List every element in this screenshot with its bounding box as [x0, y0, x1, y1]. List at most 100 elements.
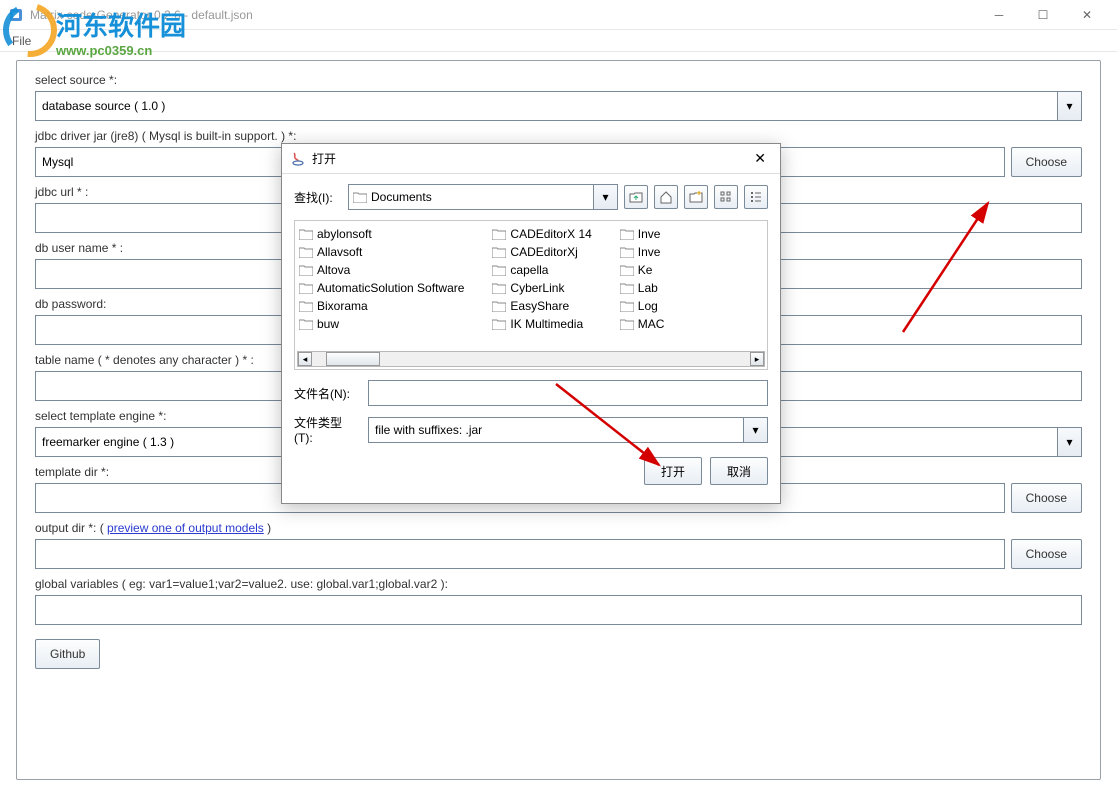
folder-icon [492, 265, 506, 276]
file-item[interactable]: Altova [299, 263, 464, 277]
file-item-label: Ke [638, 263, 653, 277]
filetype-dropdown[interactable]: file with suffixes: .jar ▾ [368, 417, 768, 443]
new-folder-button[interactable] [684, 185, 708, 209]
filename-label: 文件名(N): [294, 385, 360, 402]
file-item-label: Bixorama [317, 299, 368, 313]
file-item[interactable]: Inve [620, 245, 665, 259]
file-item[interactable]: Log [620, 299, 665, 313]
file-item[interactable]: CyberLink [492, 281, 591, 295]
file-item-label: Log [638, 299, 658, 313]
filetype-value: file with suffixes: .jar [375, 423, 482, 437]
output-dir-input[interactable] [35, 539, 1005, 569]
file-item-label: Inve [638, 245, 661, 259]
file-open-dialog: 打开 ✕ 查找(I): Documents ▾ abylonsoft Allavs… [281, 143, 781, 504]
file-item-label: CyberLink [510, 281, 564, 295]
output-dir-label: output dir *: ( preview one of output mo… [35, 521, 1082, 535]
jdbc-driver-label: jdbc driver jar (jre8) ( Mysql is built-… [35, 129, 1082, 143]
lookin-value: Documents [371, 190, 432, 204]
dialog-close-button[interactable]: ✕ [748, 150, 772, 167]
select-source-dropdown[interactable]: database source ( 1.0 ) ▾ [35, 91, 1082, 121]
minimize-button[interactable]: ─ [977, 0, 1021, 30]
file-item[interactable]: IK Multimedia [492, 317, 591, 331]
file-item-label: buw [317, 317, 339, 331]
folder-icon [620, 319, 634, 330]
lookin-label: 查找(I): [294, 189, 342, 206]
file-item-label: EasyShare [510, 299, 569, 313]
folder-icon [299, 283, 313, 294]
scroll-thumb[interactable] [326, 352, 380, 366]
file-item-label: AutomaticSolution Software [317, 281, 464, 295]
maximize-button[interactable]: ☐ [1021, 0, 1065, 30]
folder-icon [299, 229, 313, 240]
java-icon [290, 151, 306, 167]
dialog-title-text: 打开 [312, 150, 748, 167]
folder-icon [492, 283, 506, 294]
home-button[interactable] [654, 185, 678, 209]
file-item-label: capella [510, 263, 548, 277]
file-item-label: Altova [317, 263, 350, 277]
file-item[interactable]: MAC [620, 317, 665, 331]
lookin-dropdown[interactable]: Documents ▾ [348, 184, 618, 210]
template-engine-value: freemarker engine ( 1.3 ) [42, 435, 174, 449]
file-item[interactable]: Allavsoft [299, 245, 464, 259]
folder-icon [620, 301, 634, 312]
file-item[interactable]: capella [492, 263, 591, 277]
github-button[interactable]: Github [35, 639, 100, 669]
folder-icon [492, 301, 506, 312]
global-vars-label: global variables ( eg: var1=value1;var2=… [35, 577, 1082, 591]
file-item[interactable]: Ke [620, 263, 665, 277]
chevron-down-icon: ▾ [1057, 428, 1081, 456]
folder-icon [299, 247, 313, 258]
folder-icon [353, 192, 367, 203]
file-item-label: abylonsoft [317, 227, 372, 241]
scroll-left-arrow[interactable]: ◂ [298, 352, 312, 366]
scroll-right-arrow[interactable]: ▸ [750, 352, 764, 366]
watermark-overlay: 河东软件园 www.pc0359.cn [2, 2, 186, 58]
file-item-label: MAC [638, 317, 665, 331]
folder-icon [620, 265, 634, 276]
jdbc-driver-choose-button[interactable]: Choose [1011, 147, 1082, 177]
filename-input[interactable] [368, 380, 768, 406]
file-item[interactable]: Bixorama [299, 299, 464, 313]
up-folder-button[interactable] [624, 185, 648, 209]
file-item[interactable]: abylonsoft [299, 227, 464, 241]
horizontal-scrollbar[interactable]: ◂ ▸ [297, 351, 765, 367]
file-item[interactable]: buw [299, 317, 464, 331]
folder-icon [299, 301, 313, 312]
file-item[interactable]: AutomaticSolution Software [299, 281, 464, 295]
preview-output-link[interactable]: preview one of output models [107, 521, 264, 535]
folder-icon [620, 247, 634, 258]
folder-icon [492, 319, 506, 330]
folder-icon [620, 283, 634, 294]
list-view-button[interactable] [714, 185, 738, 209]
file-item-label: Allavsoft [317, 245, 362, 259]
folder-icon [620, 229, 634, 240]
file-item[interactable]: EasyShare [492, 299, 591, 313]
close-button[interactable]: ✕ [1065, 0, 1109, 30]
file-item-label: Inve [638, 227, 661, 241]
file-item[interactable]: CADEditorX 14 [492, 227, 591, 241]
output-dir-choose-button[interactable]: Choose [1011, 539, 1082, 569]
dialog-cancel-button[interactable]: 取消 [710, 457, 768, 485]
dialog-titlebar: 打开 ✕ [282, 144, 780, 174]
folder-icon [299, 265, 313, 276]
file-item[interactable]: Inve [620, 227, 665, 241]
template-dir-choose-button[interactable]: Choose [1011, 483, 1082, 513]
file-item[interactable]: CADEditorXj [492, 245, 591, 259]
file-item-label: CADEditorXj [510, 245, 577, 259]
watermark-text-url: www.pc0359.cn [56, 43, 186, 58]
select-source-label: select source *: [35, 73, 1082, 87]
chevron-down-icon: ▾ [1057, 92, 1081, 120]
file-item-label: Lab [638, 281, 658, 295]
file-item[interactable]: Lab [620, 281, 665, 295]
file-item-label: CADEditorX 14 [510, 227, 591, 241]
global-vars-input[interactable] [35, 595, 1082, 625]
file-listing[interactable]: abylonsoft Allavsoft Altova AutomaticSoluti… [294, 220, 768, 370]
folder-icon [492, 247, 506, 258]
details-view-button[interactable] [744, 185, 768, 209]
folder-icon [492, 229, 506, 240]
chevron-down-icon: ▾ [593, 185, 617, 209]
chevron-down-icon: ▾ [743, 418, 767, 442]
dialog-open-button[interactable]: 打开 [644, 457, 702, 485]
folder-icon [299, 319, 313, 330]
